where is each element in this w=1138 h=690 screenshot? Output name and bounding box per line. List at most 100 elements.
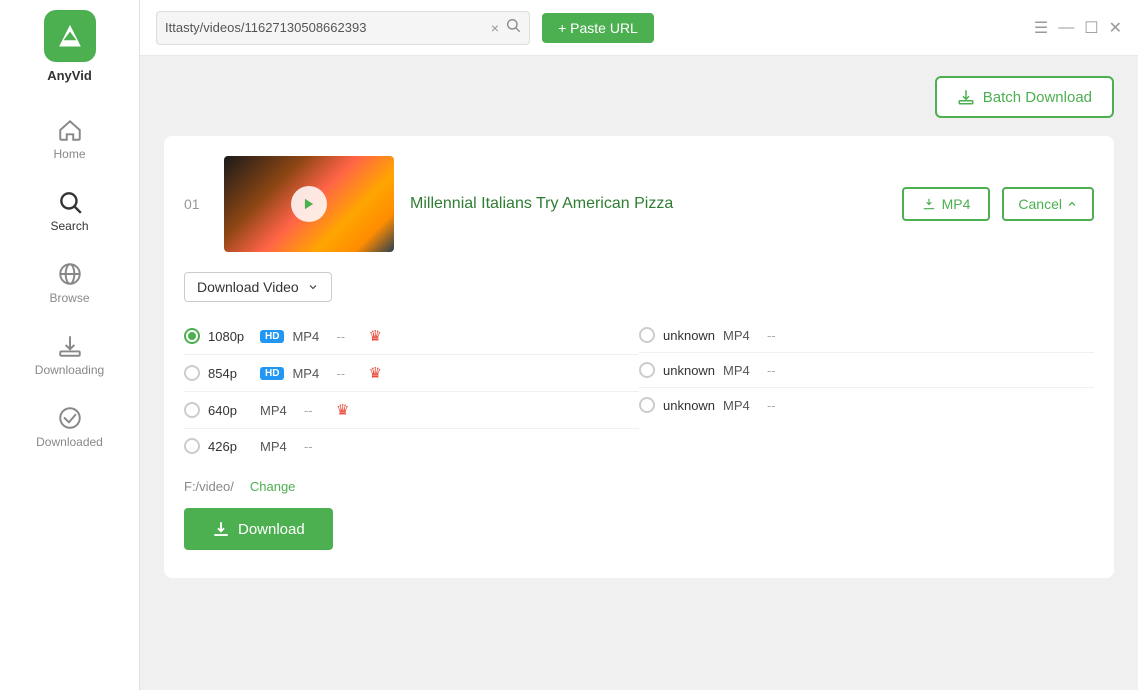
- dash-unknown-3: --: [767, 398, 791, 413]
- minimize-button[interactable]: —: [1058, 19, 1074, 37]
- mp4-button[interactable]: MP4: [902, 187, 991, 221]
- quality-426-label: 426p: [208, 439, 252, 454]
- downloading-icon: [57, 333, 83, 359]
- format-426: MP4: [260, 439, 296, 454]
- dash-unknown-2: --: [767, 363, 791, 378]
- download-btn-label: Download: [238, 521, 305, 538]
- batch-download-icon: [957, 88, 975, 106]
- format-unknown-2: MP4: [723, 363, 759, 378]
- downloaded-icon: [57, 405, 83, 431]
- radio-1080[interactable]: [184, 328, 200, 344]
- sidebar-item-downloaded[interactable]: Downloaded: [0, 391, 139, 463]
- quality-row-1080[interactable]: 1080p HD MP4 -- ♛: [184, 318, 639, 355]
- video-thumbnail[interactable]: [224, 156, 394, 252]
- quality-row-426[interactable]: 426p MP4 --: [184, 429, 639, 463]
- format-1080: MP4: [292, 329, 328, 344]
- batch-download-label: Batch Download: [983, 89, 1092, 106]
- video-header: 01 Millennial Italians Try American Pizz…: [184, 156, 1094, 252]
- chevron-up-icon: [1066, 198, 1078, 210]
- video-card: 01 Millennial Italians Try American Pizz…: [164, 136, 1114, 578]
- sidebar-item-downloading-label: Downloading: [35, 363, 104, 377]
- radio-unknown-2[interactable]: [639, 362, 655, 378]
- app-logo: [44, 10, 96, 62]
- main-area: Ittasty/videos/11627130508662393 × + Pas…: [140, 0, 1138, 690]
- crown-icon-854: ♛: [368, 364, 381, 382]
- content-area: Batch Download 01 Millennial Italians Tr…: [140, 56, 1138, 690]
- sidebar-item-home[interactable]: Home: [0, 103, 139, 175]
- play-icon: [302, 197, 316, 211]
- radio-854[interactable]: [184, 365, 200, 381]
- download-small-icon: [922, 197, 936, 211]
- sidebar-item-search-label: Search: [50, 219, 88, 233]
- crown-icon-640: ♛: [336, 401, 349, 419]
- logo-area: AnyVid: [44, 10, 96, 83]
- chevron-down-icon: [307, 281, 319, 293]
- radio-unknown-3[interactable]: [639, 397, 655, 413]
- app-name: AnyVid: [47, 68, 92, 83]
- sidebar-item-home-label: Home: [53, 147, 85, 161]
- quality-1080-label: 1080p: [208, 329, 252, 344]
- quality-column-right: unknown MP4 -- unknown MP4 -- unkn: [639, 318, 1094, 463]
- browse-icon: [57, 261, 83, 287]
- format-unknown-1: MP4: [723, 328, 759, 343]
- sidebar-item-browse[interactable]: Browse: [0, 247, 139, 319]
- video-index: 01: [184, 196, 208, 212]
- format-640: MP4: [260, 403, 296, 418]
- quality-unknown-2-label: unknown: [663, 363, 715, 378]
- download-type-dropdown[interactable]: Download Video: [184, 272, 332, 302]
- home-icon: [57, 117, 83, 143]
- menu-button[interactable]: ☰: [1034, 18, 1048, 38]
- hd-badge-854: HD: [260, 367, 284, 380]
- save-path-row: F:/video/ Change: [184, 479, 1094, 494]
- hd-badge-1080: HD: [260, 330, 284, 343]
- format-854: MP4: [292, 366, 328, 381]
- dash-1080: --: [336, 329, 360, 344]
- radio-unknown-1[interactable]: [639, 327, 655, 343]
- change-path-link[interactable]: Change: [250, 479, 296, 494]
- crown-icon-1080: ♛: [368, 327, 381, 345]
- cancel-label: Cancel: [1018, 196, 1062, 212]
- options-panel: Download Video 1080p HD MP4: [184, 272, 1094, 550]
- video-actions: MP4 Cancel: [902, 187, 1094, 221]
- search-icon: [57, 189, 83, 215]
- dash-unknown-1: --: [767, 328, 791, 343]
- quality-row-unknown-3[interactable]: unknown MP4 --: [639, 388, 1094, 422]
- sidebar-item-downloading[interactable]: Downloading: [0, 319, 139, 391]
- titlebar: Ittasty/videos/11627130508662393 × + Pas…: [140, 0, 1138, 56]
- dash-640: --: [304, 403, 328, 418]
- dropdown-label: Download Video: [197, 279, 299, 295]
- quality-row-unknown-2[interactable]: unknown MP4 --: [639, 353, 1094, 388]
- mp4-label: MP4: [942, 196, 971, 212]
- url-search-icon: [505, 17, 521, 38]
- quality-unknown-1-label: unknown: [663, 328, 715, 343]
- radio-426[interactable]: [184, 438, 200, 454]
- paste-url-button[interactable]: + Paste URL: [542, 13, 654, 43]
- dropdown-row: Download Video: [184, 272, 1094, 302]
- quality-grid: 1080p HD MP4 -- ♛ 854p HD MP4 --: [184, 318, 1094, 463]
- save-path: F:/video/: [184, 479, 234, 494]
- maximize-button[interactable]: ☐: [1084, 18, 1098, 38]
- play-button[interactable]: [291, 186, 327, 222]
- download-icon: [212, 520, 230, 538]
- format-unknown-3: MP4: [723, 398, 759, 413]
- cancel-button[interactable]: Cancel: [1002, 187, 1094, 221]
- radio-640[interactable]: [184, 402, 200, 418]
- quality-row-854[interactable]: 854p HD MP4 -- ♛: [184, 355, 639, 392]
- sidebar: AnyVid Home Search Browse Downloading: [0, 0, 140, 690]
- url-clear-button[interactable]: ×: [491, 20, 499, 36]
- quality-row-unknown-1[interactable]: unknown MP4 --: [639, 318, 1094, 353]
- quality-column-left: 1080p HD MP4 -- ♛ 854p HD MP4 --: [184, 318, 639, 463]
- sidebar-item-browse-label: Browse: [49, 291, 89, 305]
- dash-854: --: [336, 366, 360, 381]
- batch-download-button[interactable]: Batch Download: [935, 76, 1114, 118]
- sidebar-item-downloaded-label: Downloaded: [36, 435, 103, 449]
- url-bar[interactable]: Ittasty/videos/11627130508662393 ×: [156, 11, 530, 45]
- close-button[interactable]: ✕: [1109, 18, 1122, 38]
- quality-unknown-3-label: unknown: [663, 398, 715, 413]
- download-button[interactable]: Download: [184, 508, 333, 550]
- quality-row-640[interactable]: 640p MP4 -- ♛: [184, 392, 639, 429]
- sidebar-item-search[interactable]: Search: [0, 175, 139, 247]
- quality-854-label: 854p: [208, 366, 252, 381]
- url-text: Ittasty/videos/11627130508662393: [165, 20, 485, 35]
- quality-640-label: 640p: [208, 403, 252, 418]
